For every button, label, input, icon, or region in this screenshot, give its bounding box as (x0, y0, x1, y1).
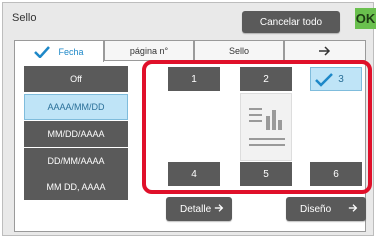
arrow-right-icon (348, 204, 358, 212)
detail-button-label: Detalle (180, 203, 212, 215)
tab-page-number[interactable]: página n° (104, 40, 194, 60)
tab-sello-label: Sello (228, 45, 249, 56)
position-3-button[interactable]: 3 (310, 67, 362, 91)
format-option-dd-mm-yyyy[interactable]: DD/MM/AAAA (24, 148, 128, 174)
position-4-button[interactable]: 4 (168, 162, 220, 186)
format-option-off[interactable]: Off (24, 66, 128, 92)
position-6-button[interactable]: 6 (310, 162, 362, 186)
position-2-button[interactable]: 2 (240, 67, 292, 91)
dialog-title: Sello (12, 12, 37, 24)
tab-fecha[interactable]: Fecha (14, 40, 104, 62)
tab-bar: Fecha página n° Sello (14, 40, 366, 62)
tab-sello[interactable]: Sello (194, 40, 284, 60)
document-preview-icon (249, 108, 285, 146)
check-icon (315, 73, 333, 87)
design-button-label: Diseño (300, 203, 332, 215)
format-option-mm-dd-comma-yyyy[interactable]: MM DD, AAAA (24, 174, 128, 200)
page-preview (240, 93, 292, 161)
cancel-all-button[interactable]: Cancelar todo (242, 11, 340, 33)
detail-button[interactable]: Detalle (166, 197, 232, 221)
format-option-mm-dd-yyyy[interactable]: MM/DD/AAAA (24, 121, 128, 147)
tab-next[interactable] (284, 40, 366, 60)
position-3-label: 3 (338, 73, 344, 85)
position-5-button[interactable]: 5 (240, 162, 292, 186)
tab-fecha-label: Fecha (58, 46, 84, 57)
tab-page-number-label: página n° (129, 45, 169, 56)
check-icon (34, 45, 51, 58)
format-option-yyyy-mm-dd[interactable]: AAAA/MM/DD (24, 94, 128, 120)
ok-button[interactable]: OK (355, 8, 376, 29)
position-1-button[interactable]: 1 (168, 67, 220, 91)
arrow-right-icon (319, 45, 331, 56)
arrow-right-icon (214, 204, 224, 212)
design-button[interactable]: Diseño (286, 197, 366, 221)
